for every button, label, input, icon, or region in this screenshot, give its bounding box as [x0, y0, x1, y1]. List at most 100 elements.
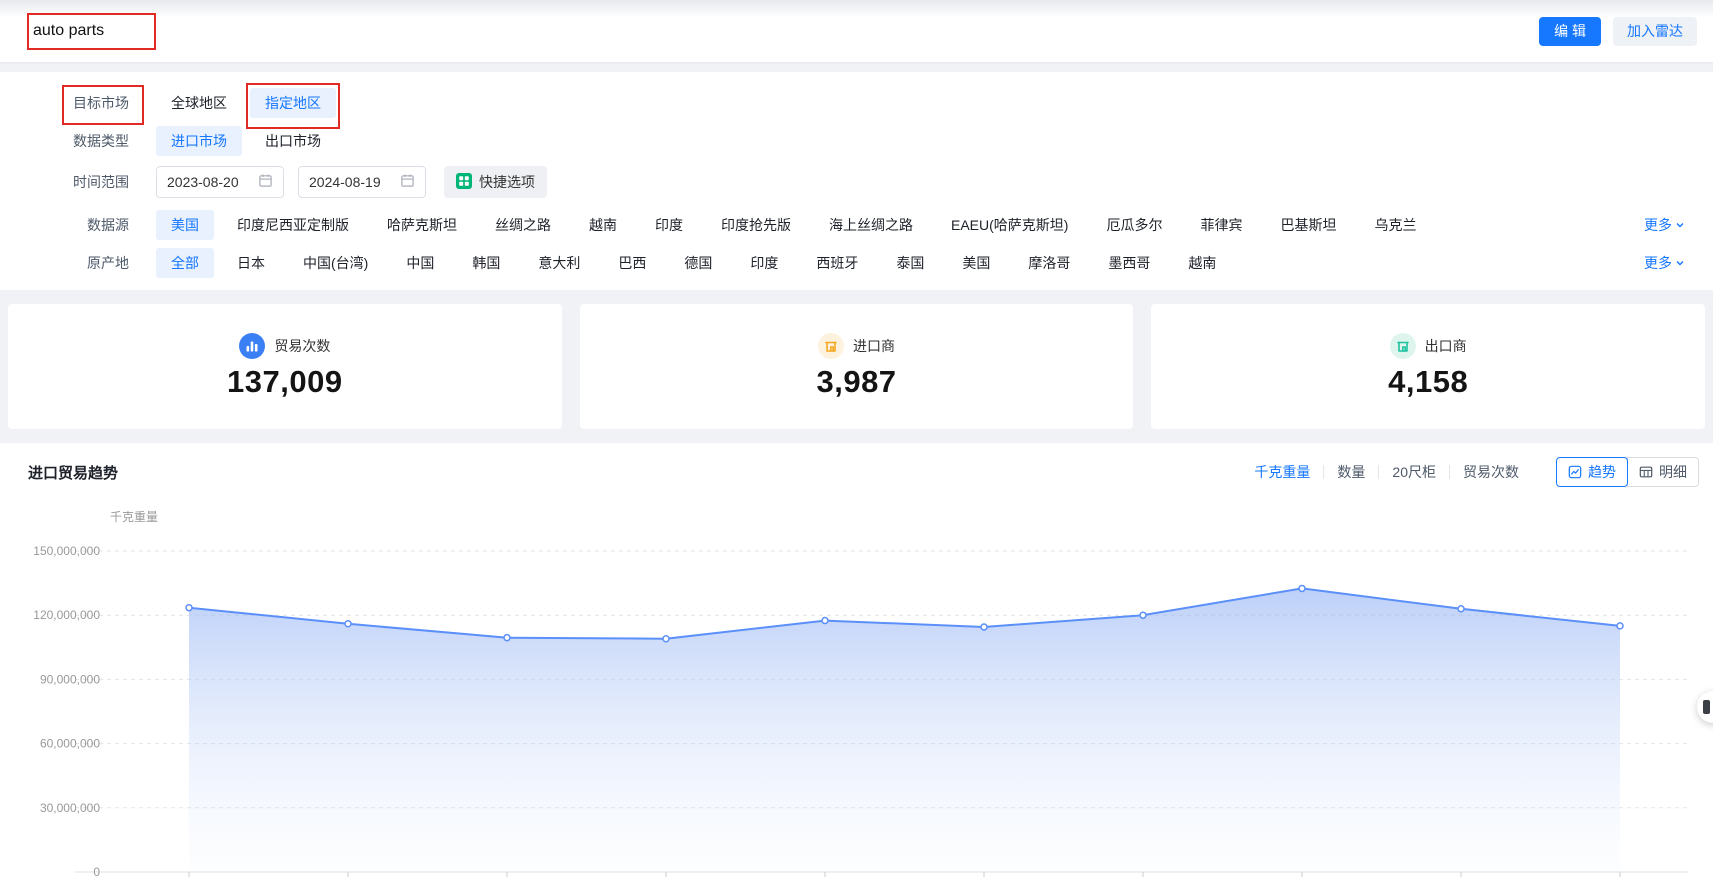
filter-option[interactable]: 出口市场 [250, 126, 336, 156]
filter-option[interactable]: 摩洛哥 [1013, 248, 1085, 278]
filter-option[interactable]: 印度抢先版 [706, 210, 806, 240]
filter-option[interactable]: 越南 [1173, 248, 1231, 278]
quick-options-button[interactable]: 快捷选项 [444, 166, 547, 198]
filter-option[interactable]: 日本 [222, 248, 280, 278]
trend-view-icon [1568, 465, 1582, 479]
filter-row-data-type: 数据类型 进口市场出口市场 [16, 126, 1697, 156]
data-point[interactable] [1458, 606, 1464, 612]
filter-option[interactable]: 全部 [156, 248, 214, 278]
trend-chart-card: 进口贸易趋势 千克重量数量20尺柜贸易次数 趋势明细 030,000,00060… [0, 443, 1713, 878]
filter-label-origin: 原产地 [16, 253, 129, 273]
filter-option[interactable]: 印度 [735, 248, 793, 278]
end-date-value: 2024-08-19 [309, 174, 381, 190]
filter-options-origin: 全部日本中国(台湾) 中国韩国意大利巴西德国印度西班牙泰国美国摩洛哥墨西哥越南 [156, 248, 1239, 278]
stat-card-trade-count: 贸易次数 137,009 [8, 304, 562, 429]
data-point[interactable] [1140, 612, 1146, 618]
metric-tab[interactable]: 贸易次数 [1450, 462, 1532, 482]
filter-option[interactable]: 中国(台湾) [288, 248, 383, 278]
filter-option[interactable]: 美国 [947, 248, 1005, 278]
filter-label-time-range: 时间范围 [16, 172, 129, 192]
data-point[interactable] [981, 624, 987, 630]
quick-options-label: 快捷选项 [479, 172, 535, 192]
topbar-actions: 编 辑 加入雷达 [1539, 17, 1697, 46]
view-tab-detail[interactable]: 明细 [1627, 457, 1699, 487]
y-tick-label: 30,000,000 [40, 801, 100, 815]
y-tick-label: 120,000,000 [33, 608, 100, 622]
page: auto parts 编 辑 加入雷达 目标市场 全球地区指定地区 数据类型 进… [0, 0, 1713, 878]
y-tick-label: 150,000,000 [33, 544, 100, 558]
filter-label-data-type: 数据类型 [16, 131, 129, 151]
stat-label: 贸易次数 [274, 336, 330, 356]
top-bar: auto parts 编 辑 加入雷达 [0, 0, 1713, 62]
filter-row-time-range: 时间范围 2023-08-20 2024-08-19 快捷选项 [16, 166, 1697, 198]
calendar-icon [400, 173, 415, 191]
metric-tab[interactable]: 数量 [1324, 462, 1378, 482]
data-point[interactable] [186, 605, 192, 611]
time-range-controls: 2023-08-20 2024-08-19 快捷选项 [156, 166, 547, 198]
start-date-input[interactable]: 2023-08-20 [156, 166, 284, 198]
filter-option[interactable]: 哈萨克斯坦 [372, 210, 472, 240]
search-keyword[interactable]: auto parts [33, 22, 104, 40]
more-label: 更多 [1644, 215, 1672, 235]
filter-option[interactable]: 指定地区 [250, 88, 336, 118]
filter-option[interactable]: 海上丝绸之路 [814, 210, 928, 240]
filter-option[interactable]: 菲律宾 [1185, 210, 1257, 240]
data-point[interactable] [663, 636, 669, 642]
filter-option[interactable]: EAEU(哈萨克斯坦) [936, 210, 1083, 240]
area-fill [189, 588, 1620, 872]
edit-button[interactable]: 编 辑 [1539, 17, 1601, 46]
filter-option[interactable]: 泰国 [881, 248, 939, 278]
annotation-box-target-market: 目标市场 [73, 93, 129, 113]
data-point[interactable] [504, 635, 510, 641]
filter-option[interactable]: 乌克兰 [1359, 210, 1431, 240]
filter-options-data-source: 美国印度尼西亚定制版哈萨克斯坦丝绸之路越南印度印度抢先版海上丝绸之路 EAEU(哈… [156, 210, 1439, 240]
filter-option[interactable]: 巴西 [603, 248, 661, 278]
data-point[interactable] [1299, 585, 1305, 591]
filter-option[interactable]: 厄瓜多尔 [1091, 210, 1177, 240]
filter-row-origin: 原产地 全部日本中国(台湾) 中国韩国意大利巴西德国印度西班牙泰国美国摩洛哥墨西哥… [16, 248, 1697, 278]
bar-chart-icon [239, 333, 265, 359]
filter-label-target-market: 目标市场 [16, 93, 129, 113]
filter-option[interactable]: 丝绸之路 [480, 210, 566, 240]
stat-cards-row: 贸易次数 137,009 进口商3,987出口商4,158 [8, 304, 1705, 429]
filter-option[interactable]: 韩国 [457, 248, 515, 278]
metric-tab[interactable]: 20尺柜 [1379, 462, 1449, 482]
stat-label: 出口商 [1425, 336, 1467, 356]
filter-option[interactable]: 全球地区 [156, 88, 242, 118]
more-link-origin[interactable]: 更多 [1644, 253, 1685, 273]
end-date-input[interactable]: 2024-08-19 [298, 166, 426, 198]
filter-option[interactable]: 德国 [669, 248, 727, 278]
exporter-icon [1390, 333, 1416, 359]
add-to-radar-button[interactable]: 加入雷达 [1613, 17, 1697, 46]
start-date-value: 2023-08-20 [167, 174, 239, 190]
stat-card-importers: 进口商3,987 [580, 304, 1134, 429]
chart-title: 进口贸易趋势 [28, 462, 118, 483]
calendar-icon [258, 173, 273, 191]
filter-option[interactable]: 巴基斯坦 [1265, 210, 1351, 240]
importer-icon [818, 333, 844, 359]
chevron-down-icon [1675, 255, 1685, 271]
filter-option[interactable]: 中国 [391, 248, 449, 278]
stat-value: 137,009 [227, 364, 343, 400]
trend-chart[interactable]: 030,000,00060,000,00090,000,000120,000,0… [0, 443, 1713, 878]
filter-panel: 目标市场 全球地区指定地区 数据类型 进口市场出口市场 时间范围 2023-08… [0, 72, 1713, 290]
y-tick-label: 90,000,000 [40, 672, 100, 686]
filter-option[interactable]: 进口市场 [156, 126, 242, 156]
filter-option[interactable]: 墨西哥 [1093, 248, 1165, 278]
filter-option[interactable]: 印度尼西亚定制版 [222, 210, 364, 240]
metric-tab[interactable]: 千克重量 [1241, 462, 1323, 482]
data-point[interactable] [345, 621, 351, 627]
data-point[interactable] [1617, 623, 1623, 629]
more-link-data-source[interactable]: 更多 [1644, 215, 1685, 235]
view-tab-trend[interactable]: 趋势 [1556, 457, 1628, 487]
data-point[interactable] [822, 618, 828, 624]
table-view-icon [1639, 465, 1653, 479]
filter-option[interactable]: 越南 [574, 210, 632, 240]
filter-option[interactable]: 西班牙 [801, 248, 873, 278]
grid-green-icon [456, 173, 472, 192]
y-tick-label: 60,000,000 [40, 737, 100, 751]
filter-option[interactable]: 意大利 [523, 248, 595, 278]
filter-option[interactable]: 印度 [640, 210, 698, 240]
stat-card-exporters: 出口商4,158 [1151, 304, 1705, 429]
filter-option[interactable]: 美国 [156, 210, 214, 240]
